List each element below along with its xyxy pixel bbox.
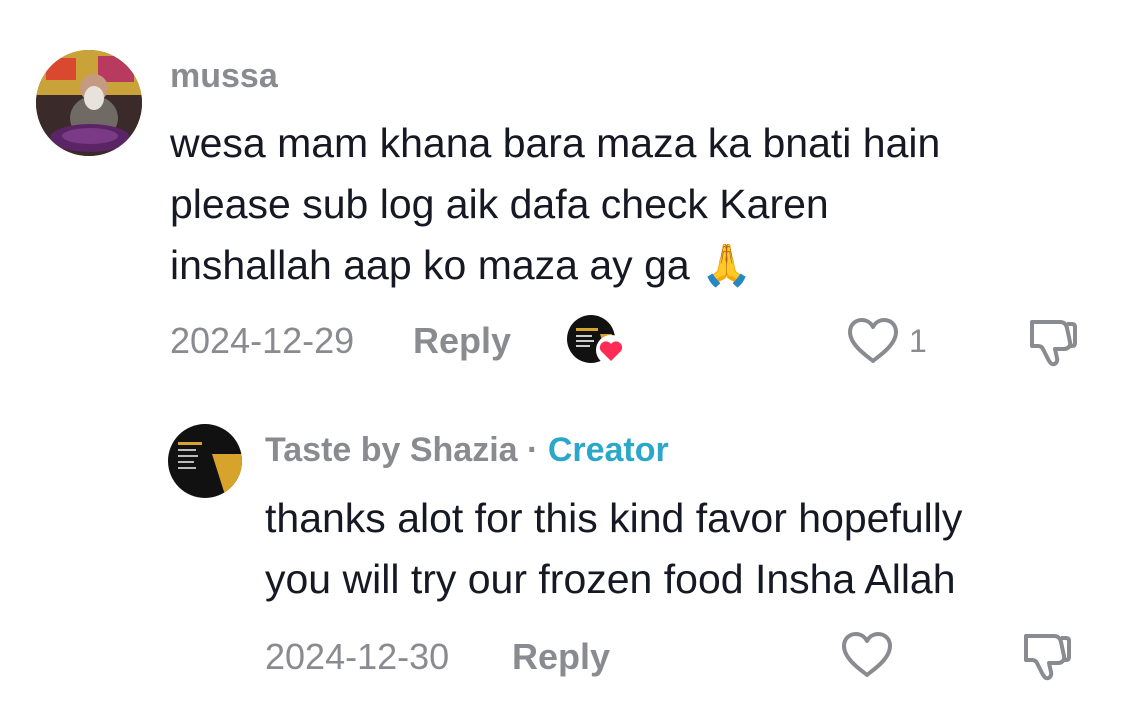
- comment-text-line: thanks alot for this kind favor hopefull…: [265, 495, 963, 541]
- dislike-thumbs-down-icon[interactable]: [1026, 316, 1080, 368]
- comment-text-line: you will try our frozen food Insha Allah: [265, 556, 956, 602]
- reply-button[interactable]: Reply: [512, 636, 610, 678]
- reply-button[interactable]: Reply: [413, 320, 511, 362]
- comment-username[interactable]: Taste by Shazia: [265, 431, 518, 469]
- avatar-taste-by-shazia-image: [168, 424, 242, 498]
- comment-date: 2024-12-30: [265, 636, 450, 677]
- praying-hands-emoji: 🙏: [701, 241, 753, 289]
- comment-username[interactable]: mussa: [170, 57, 278, 96]
- like-count: 1: [909, 323, 927, 359]
- comment-text-line: inshallah aap ko maza ay ga 🙏: [170, 235, 940, 296]
- dislike-thumbs-down-icon[interactable]: [1020, 630, 1074, 682]
- comment-username-row: Taste by Shazia · Creator: [265, 431, 669, 470]
- avatar-taste-by-shazia[interactable]: [168, 424, 242, 498]
- comment-text-line-content: inshallah aap ko maza ay ga: [170, 242, 690, 288]
- like-heart-icon[interactable]: [840, 630, 894, 680]
- creator-badge: Creator: [547, 431, 669, 469]
- like-heart-icon[interactable]: [846, 316, 900, 366]
- comment-date: 2024-12-29: [170, 320, 355, 361]
- avatar-mussa-image: [36, 50, 142, 156]
- creator-liked-badge: [566, 314, 628, 368]
- comment-text-line: wesa mam khana bara maza ka bnati hain: [170, 120, 941, 166]
- comment-text-line: please sub log aik dafa check Karen: [170, 181, 829, 227]
- comment-text: wesa mam khana bara maza ka bnati hain p…: [170, 113, 940, 296]
- avatar-mussa[interactable]: [36, 50, 142, 156]
- separator-dot: ·: [527, 431, 539, 469]
- comment-text: thanks alot for this kind favor hopefull…: [265, 488, 962, 610]
